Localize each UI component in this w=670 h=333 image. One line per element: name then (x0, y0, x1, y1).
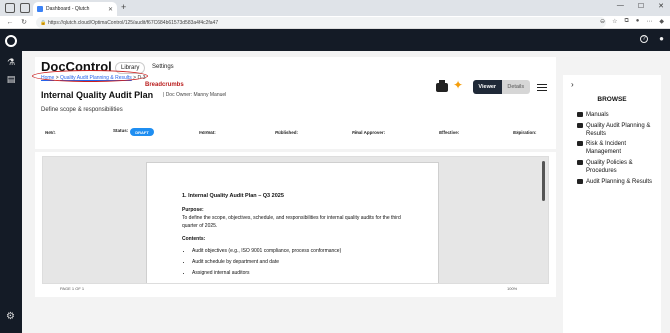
browse-item-label: Audit Planning & Results (586, 179, 653, 185)
print-icon[interactable] (436, 80, 448, 92)
view-toggle: Viewer Details (473, 80, 530, 94)
viewer-button[interactable]: Viewer (473, 80, 502, 94)
settings-gear-icon[interactable]: ⚙ (6, 311, 15, 322)
contents-list: Audit objectives (e.g., ISO 9001 complia… (192, 246, 403, 279)
workspaces-icon[interactable] (5, 3, 15, 13)
collections-icon[interactable]: ⧉ (624, 18, 628, 25)
folder-icon (577, 123, 583, 128)
browse-item-quality-audit-planning[interactable]: Quality Audit Planning & Results (577, 122, 657, 138)
app-top-bar: ? ● (22, 29, 670, 51)
document-page: 1. Internal Quality Audit Plan – Q3 2025… (146, 162, 439, 283)
back-icon[interactable]: ← (6, 19, 14, 26)
viewer-scrollbar[interactable] (542, 161, 545, 201)
address-bar-icons: ⊖ ☆ ⧉ ● ⋯ ◆ (600, 18, 664, 25)
reload-icon[interactable]: ↻ (20, 18, 28, 26)
url-field[interactable]: 🔒 https://qlutch.cloud/OptimaControl/125… (36, 17, 606, 28)
page-indicator: PAGE 1 OF 1 (60, 286, 85, 291)
browse-item-label: Risk & Incident Management (586, 141, 627, 155)
folder-icon (577, 141, 583, 146)
browse-panel: › BROWSE Manuals Quality Audit Planning … (563, 75, 661, 333)
list-item: Assigned internal auditors (192, 268, 403, 279)
qlutch-favicon-icon (37, 6, 43, 12)
folder-icon (577, 160, 583, 165)
help-icon[interactable]: ? (640, 35, 648, 43)
doc-owner: | Doc Owner: Manny Manuel (163, 92, 227, 98)
document-subtitle: Define scope & responsibilities (41, 107, 123, 113)
app-side-rail: ⚗ ▤ (0, 29, 22, 333)
close-window-icon[interactable]: ✕ (658, 2, 664, 10)
browse-item-label: Quality Audit Planning & Results (586, 123, 651, 137)
contents-label: Contents: (182, 236, 206, 242)
documents-icon[interactable]: ▤ (6, 74, 16, 84)
profile-icon[interactable]: ● (636, 18, 640, 25)
chevron-right-icon[interactable]: › (571, 80, 574, 89)
browser-tab[interactable]: Dashboard - Qlutch ✕ (33, 2, 117, 16)
approver-value: N/A (352, 130, 360, 135)
more-icon[interactable]: ⋯ (646, 18, 652, 25)
ai-sparkle-icon[interactable]: ✦ (453, 78, 463, 92)
user-icon[interactable]: ● (659, 34, 664, 43)
status-label: Status: (113, 128, 129, 133)
favorite-star-icon[interactable]: ☆ (612, 18, 617, 25)
minimize-icon[interactable]: — (617, 2, 624, 10)
viewer-canvas[interactable]: 1. Internal Quality Audit Plan – Q3 2025… (42, 156, 549, 284)
new-tab-icon[interactable]: + (121, 2, 126, 12)
purpose-text: To define the scope, objectives, schedul… (182, 215, 401, 229)
published-value: N/A (275, 130, 283, 135)
browse-item-risk-incident[interactable]: Risk & Incident Management (577, 140, 657, 156)
zoom-level: 100% (507, 286, 518, 291)
breadcrumb-highlight-ring (32, 70, 148, 82)
folder-icon (577, 179, 583, 184)
list-item: Audit objectives (e.g., ISO 9001 complia… (192, 246, 403, 257)
browse-item-label: Quality Policies & Procedures (586, 160, 633, 174)
url-text: https://qlutch.cloud/OptimaControl/125/a… (48, 19, 219, 26)
format-value: DOCX (199, 130, 213, 135)
browser-tab-title: Dashboard - Qlutch (46, 6, 90, 12)
qlutch-logo-icon[interactable] (5, 35, 17, 47)
browse-heading: BROWSE (597, 96, 627, 103)
status-badge: DRAFT (130, 128, 154, 136)
expiration-value: N/A (513, 130, 521, 135)
document-viewer: 1. Internal Quality Audit Plan – Q3 2025… (35, 152, 556, 297)
maximize-icon[interactable]: ☐ (638, 2, 644, 10)
purpose-label: Purpose: (182, 207, 204, 213)
lock-icon: 🔒 (40, 19, 47, 26)
flask-icon[interactable]: ⚗ (6, 57, 16, 67)
close-tab-icon[interactable]: ✕ (108, 6, 113, 13)
browse-item-manuals[interactable]: Manuals (577, 111, 657, 119)
hamburger-menu-icon[interactable] (537, 84, 547, 91)
breadcrumbs-annotation: Breadcrumbs (145, 82, 184, 88)
zoom-icon[interactable]: ⊖ (600, 18, 605, 25)
browse-item-audit-planning[interactable]: Audit Planning & Results (577, 178, 657, 186)
window-controls: — ☐ ✕ (617, 2, 664, 10)
details-button[interactable]: Details (501, 80, 530, 94)
browse-item-label: Manuals (586, 112, 609, 118)
rev-value: D-3/1 (45, 130, 57, 135)
address-bar-row: ← ↻ 🔒 https://qlutch.cloud/OptimaControl… (0, 16, 670, 29)
tab-settings[interactable]: Settings (147, 62, 179, 72)
page-title: Internal Quality Audit Plan (41, 90, 154, 100)
copilot-icon[interactable]: ◆ (659, 18, 664, 25)
list-item: Audit schedule by department and date (192, 257, 403, 268)
doc-page-heading: 1. Internal Quality Audit Plan – Q3 2025 (182, 193, 284, 199)
document-header-card: DocControl Library Settings Home > Quali… (32, 57, 556, 149)
folder-icon (577, 112, 583, 117)
tab-actions-icon[interactable] (20, 3, 30, 13)
browse-item-quality-policies[interactable]: Quality Policies & Procedures (577, 159, 657, 175)
effective-value: N/A (439, 130, 447, 135)
document-meta-row: Rev: D-3/1 Status: DRAFT Format: DOCX Pu… (35, 126, 556, 136)
